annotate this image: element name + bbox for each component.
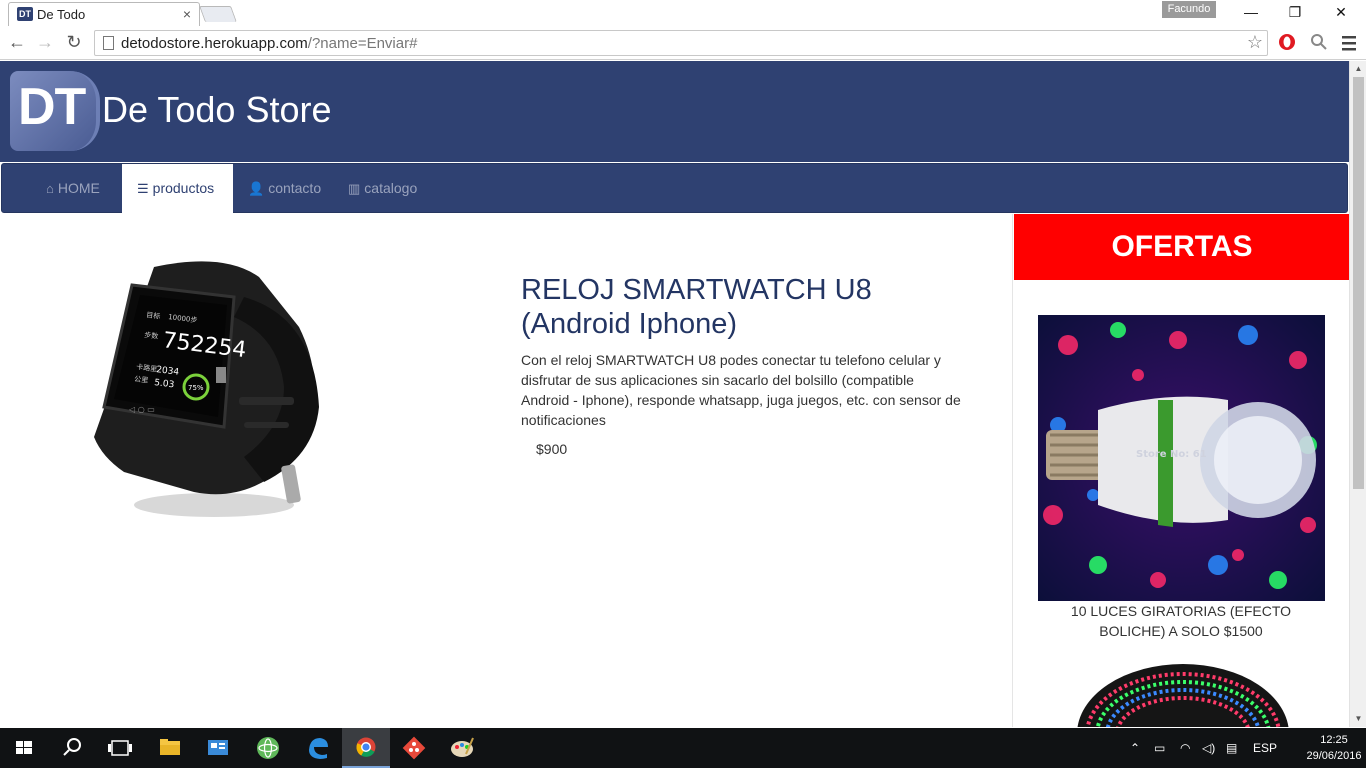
offer-image-led-strip[interactable]	[1053, 654, 1313, 727]
site-header: DT De Todo Store	[0, 61, 1349, 162]
volume-icon[interactable]: ◁)	[1202, 728, 1215, 768]
new-tab-button[interactable]	[199, 6, 237, 22]
offer-caption[interactable]: 10 LUCES GIRATORIAS (EFECTO BOLICHE) A S…	[1045, 601, 1317, 641]
back-icon[interactable]: ←	[6, 31, 28, 53]
nav-contacto-label: contacto	[268, 180, 322, 196]
wifi-icon[interactable]: ◠	[1180, 728, 1190, 768]
clock-time: 12:25	[1320, 734, 1348, 746]
offers-panel: OFERTAS Store No: 61 10 LUCES GIRATORIAS…	[1012, 214, 1350, 727]
page-icon	[103, 36, 114, 50]
nav-productos-label: productos	[152, 180, 215, 196]
tray-overflow-icon[interactable]: ⌃	[1130, 728, 1140, 768]
chrome-taskbar-icon[interactable]	[342, 728, 390, 768]
watch-percent: 75%	[188, 384, 204, 392]
paint-icon[interactable]	[438, 728, 486, 768]
watch-label-steps: 步数	[144, 330, 159, 341]
reload-icon[interactable]: ↻	[63, 31, 85, 53]
opera-extension-icon[interactable]	[1276, 32, 1298, 52]
logo-text: DT	[18, 78, 86, 136]
windows-start-icon[interactable]	[0, 728, 48, 768]
task-view-icon[interactable]	[96, 728, 144, 768]
nav-productos[interactable]: ☰ productos	[122, 164, 233, 214]
battery-icon[interactable]: ▭	[1154, 728, 1165, 768]
scroll-down-icon[interactable]: ▼	[1350, 711, 1366, 727]
notifications-icon[interactable]: ▤	[1226, 728, 1237, 768]
user-icon: 👤	[248, 181, 265, 196]
atom-icon[interactable]	[244, 728, 292, 768]
tab-close-icon[interactable]: ×	[183, 6, 191, 22]
git-kraken-icon[interactable]	[390, 728, 438, 768]
product-price: $900	[536, 441, 568, 457]
watch-nav-icons: ◁ ○ ▭	[128, 405, 155, 414]
scroll-up-icon[interactable]: ▲	[1350, 61, 1366, 77]
profile-button[interactable]: Facundo	[1162, 1, 1216, 18]
offer-image-disco-bulb[interactable]: Store No: 61	[1038, 315, 1325, 601]
bookmark-star-icon[interactable]: ☆	[1247, 32, 1263, 53]
close-window-button[interactable]: ✕	[1318, 0, 1364, 24]
nav-contacto[interactable]: 👤 contacto	[233, 164, 333, 214]
watch-label-goal: 目标	[146, 310, 161, 321]
url-text[interactable]: detodostore.herokuapp.com/?name=Enviar#	[121, 35, 417, 52]
windows-taskbar: ⌃ ▭ ◠ ◁) ▤ ESP 12:25 29/06/2016	[0, 728, 1366, 768]
list-icon: ☰	[137, 181, 149, 196]
scrollbar-thumb[interactable]	[1353, 77, 1364, 489]
browser-toolbar: ← → ↻ detodostore.herokuapp.com/?name=En…	[0, 26, 1366, 60]
chrome-menu-icon[interactable]	[1338, 34, 1360, 52]
browser-titlebar: DT De Todo × Facundo — ❐ ✕	[0, 0, 1366, 26]
home-icon: ⌂	[46, 181, 54, 196]
product-title: RELOJ SMARTWATCH U8 (Android Iphone)	[521, 274, 872, 340]
search-extension-icon[interactable]	[1308, 32, 1330, 52]
offers-heading: OFERTAS	[1014, 214, 1350, 280]
browser-tab[interactable]: DT De Todo ×	[8, 2, 200, 26]
page-scrollbar[interactable]: ▲ ▼	[1349, 61, 1366, 727]
product-image[interactable]: 目标 10000步 步数 752254 卡路里 2034 公里 5.03 75%…	[84, 257, 334, 527]
nav-catalogo-label: catalogo	[364, 180, 418, 196]
language-indicator[interactable]: ESP	[1253, 728, 1277, 768]
control-panel-icon[interactable]	[194, 728, 242, 768]
file-explorer-icon[interactable]	[146, 728, 194, 768]
maximize-button[interactable]: ❐	[1272, 0, 1318, 24]
tab-favicon: DT	[17, 7, 33, 21]
address-bar[interactable]: detodostore.herokuapp.com/?name=Enviar# …	[94, 30, 1268, 56]
watch-label-km: 公里	[134, 375, 149, 385]
nav-home-label: HOME	[57, 180, 100, 196]
main-navbar: ⌂ HOME ☰ productos 👤 contacto ▥ catalogo	[1, 163, 1348, 214]
clock-date: 29/06/2016	[1306, 750, 1362, 762]
tab-title: De Todo	[37, 7, 86, 22]
offer-watermark: Store No: 61	[1136, 449, 1207, 460]
nav-catalogo[interactable]: ▥ catalogo	[333, 164, 433, 214]
edge-icon[interactable]	[294, 728, 342, 768]
forward-icon[interactable]: →	[34, 31, 56, 53]
taskbar-clock[interactable]: 12:25 29/06/2016	[1306, 732, 1362, 764]
page-viewport: DT De Todo Store ⌂ HOME ☰ productos 👤 conta…	[0, 61, 1366, 727]
search-icon[interactable]	[48, 728, 96, 768]
product-description: Con el reloj SMARTWATCH U8 podes conecta…	[521, 352, 961, 428]
barcode-icon: ▥	[348, 181, 361, 196]
site-title: De Todo Store	[102, 89, 332, 130]
minimize-button[interactable]: —	[1228, 0, 1274, 24]
nav-home[interactable]: ⌂ HOME	[32, 164, 122, 214]
